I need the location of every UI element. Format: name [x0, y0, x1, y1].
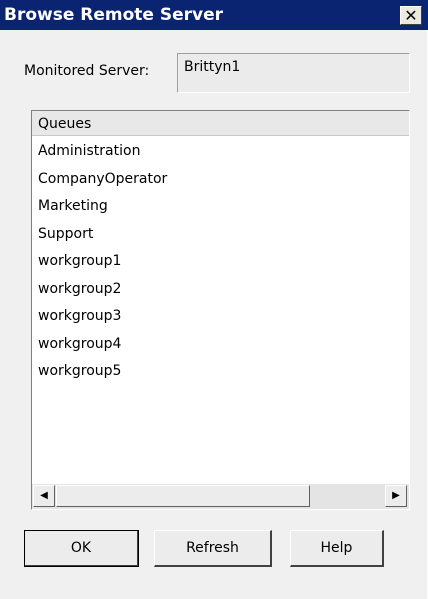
list-item[interactable]: workgroup2 [38, 279, 167, 307]
monitored-server-value: Brittyn1 [184, 59, 241, 75]
monitored-server-label: Monitored Server: [24, 63, 150, 79]
title-bar[interactable]: Browse Remote Server ✕ [0, 0, 428, 30]
refresh-button[interactable]: Refresh [154, 530, 272, 567]
scroll-thumb[interactable] [56, 485, 310, 507]
list-item[interactable]: CompanyOperator [38, 169, 167, 197]
list-item[interactable]: Support [38, 224, 167, 252]
queues-header-label: Queues [38, 116, 92, 132]
queues-column-header[interactable]: Queues [32, 111, 409, 136]
arrow-right-icon: ▶ [392, 490, 400, 501]
horizontal-scrollbar[interactable]: ◀ ▶ [32, 484, 409, 509]
list-item[interactable]: Administration [38, 141, 167, 169]
list-item[interactable]: workgroup4 [38, 334, 167, 362]
queues-list[interactable]: Queues Administration CompanyOperator Ma… [31, 110, 410, 510]
close-icon: ✕ [404, 6, 418, 25]
scroll-left-button[interactable]: ◀ [33, 485, 55, 507]
browse-remote-server-dialog: Browse Remote Server ✕ Monitored Server:… [0, 0, 428, 599]
list-item[interactable]: Marketing [38, 196, 167, 224]
list-item[interactable]: workgroup3 [38, 306, 167, 334]
close-button[interactable]: ✕ [400, 6, 422, 25]
scroll-right-button[interactable]: ▶ [385, 485, 407, 507]
ok-button[interactable]: OK [24, 530, 139, 567]
window-title: Browse Remote Server [4, 5, 224, 25]
arrow-left-icon: ◀ [40, 490, 48, 501]
help-button[interactable]: Help [290, 530, 384, 567]
list-item[interactable]: workgroup1 [38, 251, 167, 279]
queues-items: Administration CompanyOperator Marketing… [38, 141, 167, 389]
list-item[interactable]: workgroup5 [38, 361, 167, 389]
monitored-server-field: Brittyn1 [177, 53, 410, 93]
